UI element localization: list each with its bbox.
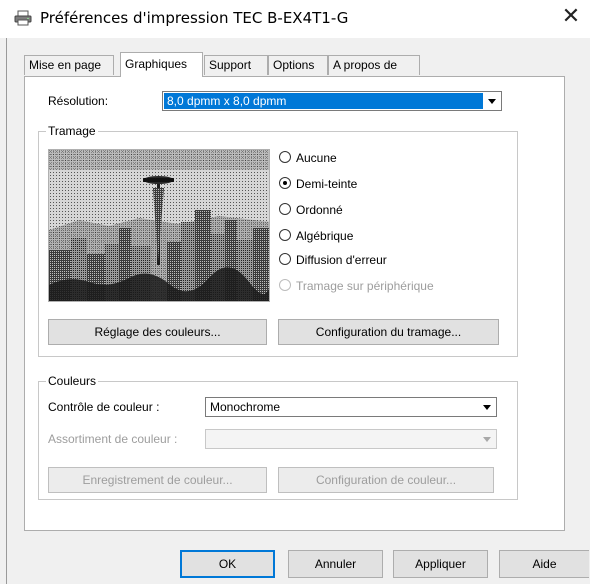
color-config-button: Configuration de couleur... — [278, 467, 494, 493]
help-button[interactable]: Aide — [499, 550, 589, 578]
tab-options[interactable]: Options — [268, 55, 328, 75]
tab-a-propos[interactable]: A propos de — [328, 55, 420, 75]
radio-label: Algébrique — [296, 229, 354, 243]
resolution-value: 8,0 dpmm x 8,0 dpmm — [164, 93, 483, 109]
resolution-label: Résolution: — [48, 94, 109, 108]
radio-button[interactable] — [279, 151, 291, 163]
radio-label: Demi-teinte — [296, 177, 358, 191]
colors-group-title: Couleurs — [46, 374, 99, 388]
city-skyline-preview-image — [48, 149, 270, 302]
tab-graphiques[interactable]: Graphiques — [120, 52, 203, 77]
resolution-select[interactable]: 8,0 dpmm x 8,0 dpmm — [162, 91, 502, 111]
printer-icon — [14, 10, 32, 26]
radio-button-disabled — [279, 279, 291, 291]
dither-config-button[interactable]: Configuration du tramage... — [278, 319, 499, 345]
color-match-value — [207, 431, 478, 447]
window-title: Préférences d'impression TEC B-EX4T1-G — [40, 9, 349, 27]
window-border — [6, 38, 7, 584]
cancel-button[interactable]: Annuler — [288, 550, 383, 578]
radio-button[interactable] — [279, 253, 291, 265]
radio-button[interactable] — [279, 203, 291, 215]
apply-button[interactable]: Appliquer — [393, 550, 488, 578]
radio-label: Tramage sur périphérique — [296, 279, 434, 293]
tab-mise-en-page[interactable]: Mise en page — [24, 55, 114, 75]
color-control-label: Contrôle de couleur : — [48, 400, 160, 414]
radio-label: Ordonné — [296, 203, 343, 217]
title-bar: Préférences d'impression TEC B-EX4T1-G ✕ — [0, 0, 590, 38]
tab-support[interactable]: Support — [204, 55, 268, 75]
color-control-select[interactable]: Monochrome — [205, 397, 497, 417]
color-save-button: Enregistrement de couleur... — [48, 467, 267, 493]
dithering-group-title: Tramage — [46, 124, 98, 138]
chevron-down-icon[interactable] — [479, 399, 495, 415]
color-control-value: Monochrome — [210, 400, 281, 414]
chevron-down-icon[interactable] — [484, 93, 500, 109]
color-match-select — [205, 429, 497, 449]
color-adjust-button[interactable]: Réglage des couleurs... — [48, 319, 267, 345]
chevron-down-icon — [479, 431, 495, 447]
radio-button[interactable] — [279, 229, 291, 241]
radio-label: Aucune — [296, 151, 337, 165]
radio-button-checked[interactable] — [279, 177, 291, 189]
close-button[interactable]: ✕ — [556, 4, 586, 32]
radio-label: Diffusion d'erreur — [296, 253, 387, 267]
ok-button[interactable]: OK — [180, 550, 275, 578]
color-match-label: Assortiment de couleur : — [48, 432, 178, 446]
